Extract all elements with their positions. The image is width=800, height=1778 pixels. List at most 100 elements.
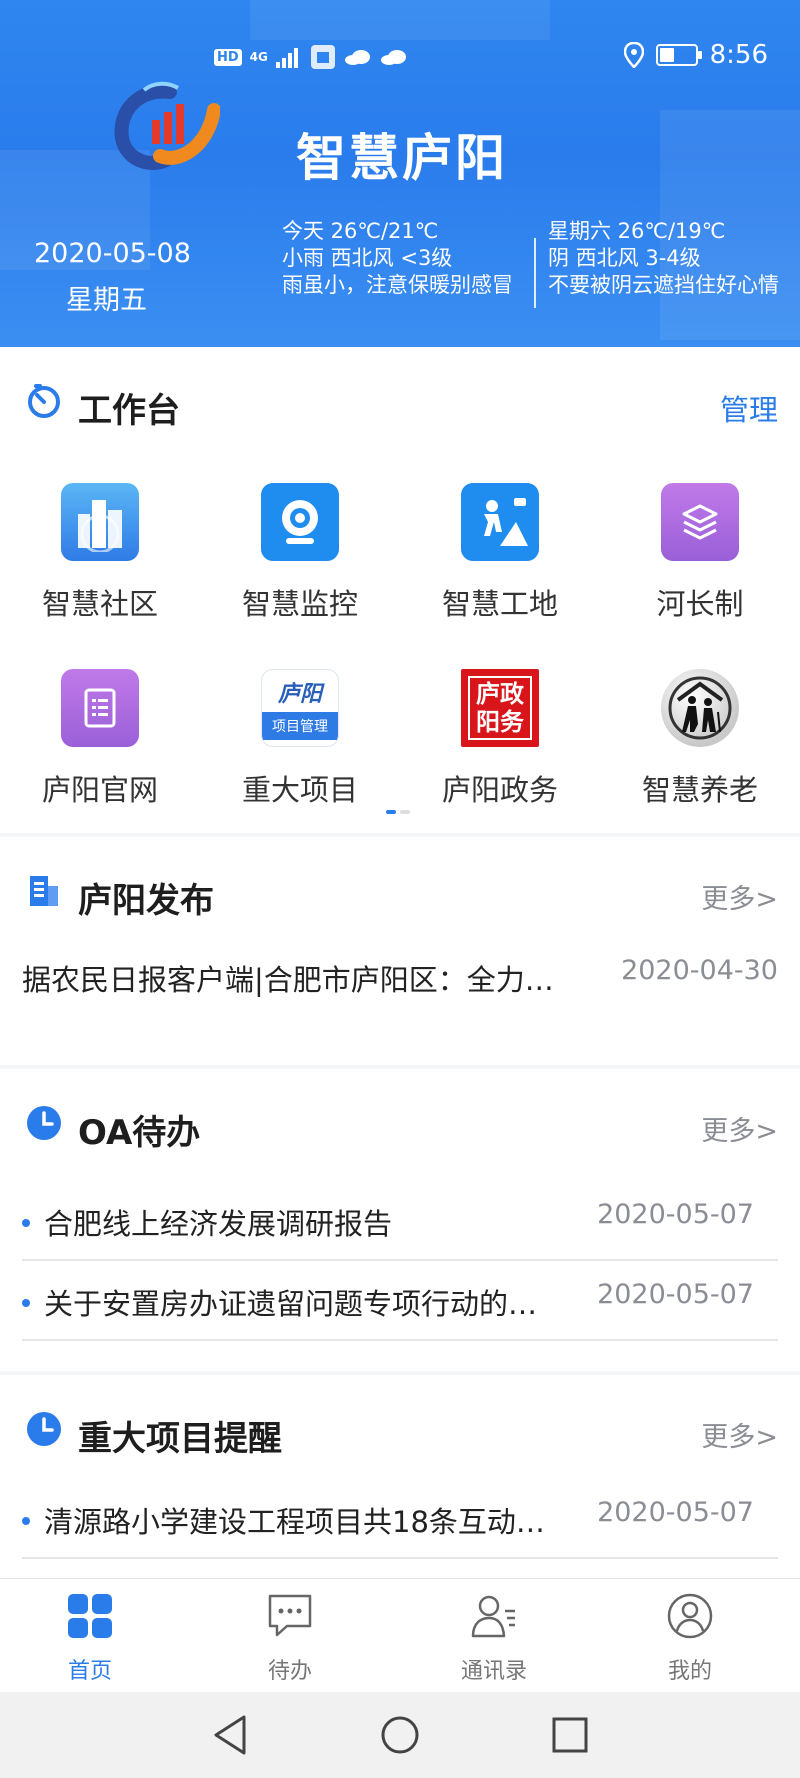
cloud-icon [380, 50, 406, 65]
row-divider [22, 1557, 778, 1559]
bottom-tab-bar: 首页 待办 通讯录 我的 [0, 1578, 800, 1692]
oa-item[interactable]: 关于安置房办证遗留问题专项行动的… 2020-05-07 [22, 1261, 778, 1341]
projects-title: 重大项目提醒 [78, 1419, 282, 1459]
recents-square-icon[interactable] [550, 1714, 590, 1756]
oa-title: OA待办 [78, 1113, 201, 1153]
tab-contacts[interactable]: 通讯录 [434, 1593, 554, 1685]
chat-bubble-icon [268, 1594, 312, 1637]
tab-home[interactable]: 首页 [30, 1593, 150, 1685]
tab-profile[interactable]: 我的 [630, 1593, 750, 1685]
app-tile-government-affairs[interactable]: 庐政阳务 庐阳政务 [400, 669, 600, 809]
project-item-date: 2020-05-07 [597, 1497, 754, 1528]
page-dot-active [386, 810, 396, 814]
weather-today-wind: 小雨 西北风 <3级 [282, 246, 453, 270]
tab-todo[interactable]: 待办 [230, 1593, 350, 1685]
clock-icon [27, 1106, 61, 1140]
construction-worker-icon [461, 483, 539, 561]
news-item-title: 据农民日报客户端|合肥市庐阳区：全力… [22, 963, 554, 997]
timer-icon [28, 384, 60, 418]
page-indicator [386, 810, 410, 814]
tab-label: 通讯录 [460, 1659, 527, 1684]
back-icon[interactable] [210, 1714, 250, 1756]
news-item[interactable]: 据农民日报客户端|合肥市庐阳区：全力… 2020-04-30 [22, 937, 778, 1017]
clock-time: 8:56 [709, 40, 768, 70]
news-building-icon [30, 876, 58, 906]
workbench-title: 工作台 [78, 391, 180, 431]
system-navigation-bar [0, 1692, 800, 1778]
app-label: 庐阳官网 [41, 773, 158, 807]
app-tile-smart-monitoring[interactable]: 智慧监控 [200, 483, 400, 623]
seal-text: 庐政阳务 [468, 676, 532, 740]
app-notification-icon [310, 45, 335, 69]
network-type: 4G [249, 50, 268, 64]
tab-label: 我的 [667, 1659, 712, 1684]
news-card: 庐阳发布 更多> 据农民日报客户端|合肥市庐阳区：全力… 2020-04-30 [0, 837, 800, 1065]
project-management-icon: 庐阳 项目管理 [261, 669, 339, 747]
current-weekday: 星期五 [66, 285, 147, 316]
app-tile-smart-elderly-care[interactable]: 智慧养老 [600, 669, 800, 809]
weather-divider [534, 238, 536, 308]
project-item-title: 清源路小学建设工程项目共18条互动… [44, 1505, 545, 1539]
location-pin-icon [623, 42, 644, 68]
list-bullet [22, 1299, 30, 1307]
oa-item-date: 2020-05-07 [597, 1199, 754, 1230]
signal-icon [275, 48, 298, 68]
status-right: 8:56 [623, 40, 768, 70]
clock-icon [27, 1412, 61, 1446]
projects-more-link[interactable]: 更多> [701, 1415, 778, 1454]
profile-icon [667, 1593, 713, 1639]
oa-item[interactable]: 合肥线上经济发展调研报告 2020-05-07 [22, 1181, 778, 1261]
app-title: 智慧庐阳 [296, 129, 508, 187]
news-more-link[interactable]: 更多> [701, 877, 778, 916]
tab-label: 待办 [267, 1659, 312, 1684]
app-tile-smart-construction[interactable]: 智慧工地 [400, 483, 600, 623]
project-icon-text: 庐阳 [277, 682, 322, 707]
home-circle-icon[interactable] [380, 1714, 420, 1756]
app-tile-official-site[interactable]: 庐阳官网 [0, 669, 200, 809]
app-label: 重大项目 [241, 773, 358, 807]
weather-today: 今天 26℃/21℃ 小雨 西北风 <3级 雨虽小，注意保暖别感冒 [282, 218, 514, 299]
project-icon-caption: 项目管理 [262, 712, 338, 740]
oa-item-title: 合肥线上经济发展调研报告 [44, 1207, 393, 1241]
hd-indicator: HD [214, 48, 242, 66]
row-divider [22, 1339, 778, 1341]
home-grid-icon [68, 1594, 112, 1638]
app-label: 智慧社区 [41, 587, 158, 621]
weather-today-temp: 今天 26℃/21℃ [282, 219, 439, 243]
manage-link[interactable]: 管理 [720, 387, 778, 429]
status-bar: HD 4G 8:56 [0, 40, 800, 80]
weather-tomorrow-wind: 阴 西北风 3-4级 [548, 246, 701, 270]
page-dot [400, 810, 410, 814]
app-label: 智慧养老 [641, 773, 758, 807]
oa-more-link[interactable]: 更多> [701, 1109, 778, 1148]
projects-card: 重大项目提醒 更多> 清源路小学建设工程项目共18条互动… 2020-05-07 [0, 1375, 800, 1578]
header-banner: HD 4G 8:56 智慧庐阳 2020-05-08 星期五 今天 26℃/21… [0, 0, 800, 347]
app-tile-river-chief[interactable]: 河长制 [600, 483, 800, 623]
elderly-icon [661, 669, 739, 747]
oa-item-date: 2020-05-07 [597, 1279, 754, 1310]
app-label: 智慧工地 [441, 587, 558, 621]
list-bullet [22, 1517, 30, 1525]
oa-card: OA待办 更多> 合肥线上经济发展调研报告 2020-05-07 关于安置房办证… [0, 1069, 800, 1371]
layers-icon [661, 483, 739, 561]
app-tile-smart-community[interactable]: 智慧社区 [0, 483, 200, 623]
weather-today-tip: 雨虽小，注意保暖别感冒 [282, 273, 513, 297]
news-title: 庐阳发布 [78, 881, 214, 921]
weather-tomorrow-tip: 不要被阴云遮挡住好心情 [548, 273, 779, 297]
seal-icon: 庐政阳务 [461, 669, 539, 747]
luyang-logo [114, 81, 220, 170]
city-buildings-icon [61, 483, 139, 561]
project-item[interactable]: 清源路小学建设工程项目共18条互动… 2020-05-07 [22, 1479, 778, 1559]
list-bullet [22, 1219, 30, 1227]
battery-icon [655, 44, 702, 66]
weather-tomorrow-temp: 星期六 26℃/19℃ [548, 219, 726, 243]
oa-item-title: 关于安置房办证遗留问题专项行动的… [44, 1287, 538, 1321]
decor-block [250, 0, 550, 40]
weather-tomorrow: 星期六 26℃/19℃ 阴 西北风 3-4级 不要被阴云遮挡住好心情 [548, 218, 780, 299]
app-label: 智慧监控 [241, 587, 358, 621]
camera-icon [261, 483, 339, 561]
status-indicators: HD 4G [214, 44, 408, 70]
cloud-icon [344, 50, 370, 65]
app-tile-major-projects[interactable]: 庐阳 项目管理 重大项目 [200, 669, 400, 809]
app-label: 庐阳政务 [441, 773, 558, 807]
